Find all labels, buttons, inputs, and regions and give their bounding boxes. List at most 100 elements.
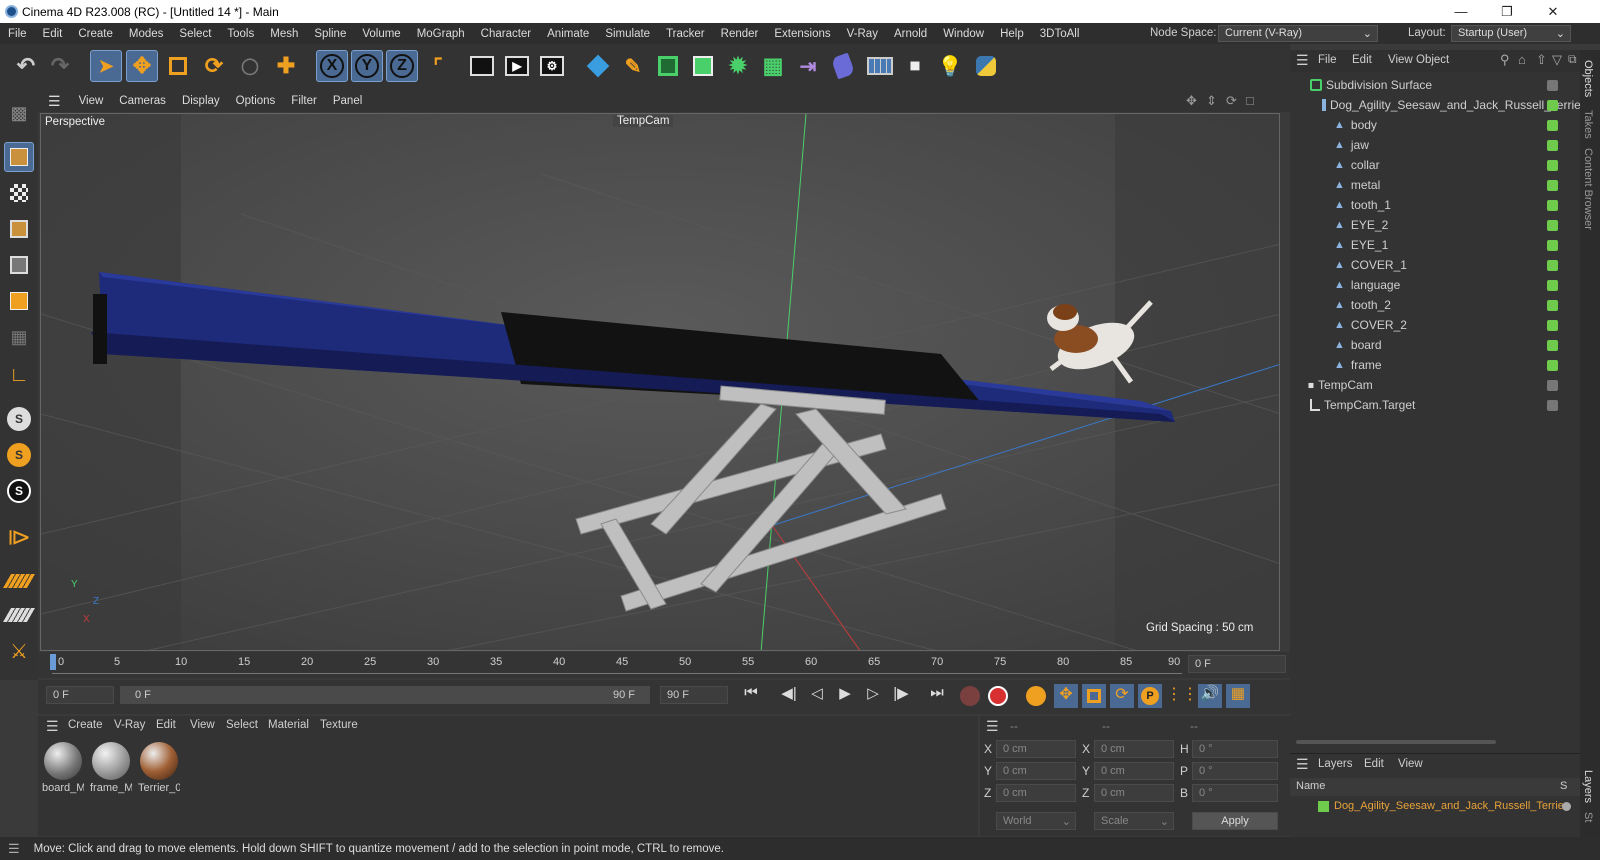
- material-swatch[interactable]: frame_M: [90, 740, 132, 802]
- object-row[interactable]: ▲ COVER_1: [1290, 255, 1560, 275]
- go-to-start-icon[interactable]: ⏮: [738, 684, 764, 708]
- object-menu-view[interactable]: View: [1388, 54, 1413, 66]
- menu-vray[interactable]: V-Ray: [839, 28, 886, 40]
- cube-icon[interactable]: [582, 50, 614, 82]
- grid-lock-icon[interactable]: [2, 600, 36, 630]
- viewport-maximize-icon[interactable]: □: [1238, 93, 1262, 108]
- size-x-field[interactable]: 0 cm: [1094, 740, 1174, 758]
- axis-mode-icon[interactable]: ∟: [4, 360, 34, 390]
- y-axis-lock-icon[interactable]: Y: [351, 50, 383, 82]
- object-check-icon[interactable]: [1547, 79, 1558, 91]
- menu-window[interactable]: Window: [935, 28, 992, 40]
- position-x-field[interactable]: 0 cm: [996, 740, 1076, 758]
- object-row[interactable]: ▲ tooth_2: [1290, 295, 1560, 315]
- object-scrollbar[interactable]: [1296, 740, 1496, 744]
- rotation-b-field[interactable]: 0 °: [1192, 784, 1278, 802]
- menu-help[interactable]: Help: [992, 28, 1032, 40]
- menu-animate[interactable]: Animate: [539, 28, 597, 40]
- polygon-mode-icon[interactable]: [4, 286, 34, 316]
- object-menu-object[interactable]: Object: [1416, 54, 1449, 66]
- key-rotation-icon[interactable]: ⟳: [1110, 684, 1134, 708]
- field-icon[interactable]: [827, 50, 859, 82]
- play-icon[interactable]: ▶: [832, 684, 858, 708]
- menu-edit[interactable]: Edit: [35, 28, 71, 40]
- x-axis-lock-icon[interactable]: X: [316, 50, 348, 82]
- world-dropdown[interactable]: World ⌄: [996, 812, 1076, 830]
- previous-key-icon[interactable]: ◀|: [776, 684, 802, 708]
- material-menu-create[interactable]: Create: [68, 719, 103, 731]
- scale-tool-icon[interactable]: [162, 50, 194, 82]
- film-icon[interactable]: ▦: [1226, 684, 1250, 708]
- camera-icon[interactable]: ⏹: [899, 50, 931, 82]
- snap-s-white-icon[interactable]: S: [4, 476, 34, 506]
- key-parameter-icon[interactable]: P: [1138, 684, 1162, 708]
- key-scale-icon[interactable]: [1082, 684, 1106, 708]
- redo-icon[interactable]: ↷: [44, 50, 76, 82]
- up-icon[interactable]: ⇧: [1536, 52, 1547, 68]
- object-check-icon[interactable]: [1547, 259, 1558, 271]
- workplane-icon[interactable]: [2, 566, 36, 596]
- object-row[interactable]: ▲ frame: [1290, 355, 1560, 375]
- new-window-icon[interactable]: ⧉: [1568, 52, 1577, 67]
- recent-tools-icon[interactable]: ◯: [234, 50, 266, 82]
- model-mode-icon[interactable]: [4, 142, 34, 172]
- layers-menu-edit[interactable]: Edit: [1364, 758, 1384, 770]
- object-check-icon[interactable]: [1547, 179, 1558, 191]
- menu-character[interactable]: Character: [473, 28, 540, 40]
- menu-volume[interactable]: Volume: [354, 28, 408, 40]
- object-check-icon[interactable]: [1547, 139, 1558, 151]
- object-check-icon[interactable]: [1547, 239, 1558, 251]
- object-row[interactable]: ▲ board: [1290, 335, 1560, 355]
- side-tab-content-browser[interactable]: Content Browser: [1582, 148, 1594, 230]
- object-row[interactable]: ▲ body: [1290, 115, 1560, 135]
- object-row[interactable]: ▲ COVER_2: [1290, 315, 1560, 335]
- snap-s-orange-icon[interactable]: S: [4, 440, 34, 470]
- object-row[interactable]: ▲ jaw: [1290, 135, 1560, 155]
- scale-dropdown[interactable]: Scale ⌄: [1094, 812, 1174, 830]
- next-key-icon[interactable]: |▶: [888, 684, 914, 708]
- start-frame-field[interactable]: 0 F: [46, 686, 114, 704]
- object-row[interactable]: ▲ language: [1290, 275, 1560, 295]
- position-z-field[interactable]: 0 cm: [996, 784, 1076, 802]
- object-check-icon[interactable]: [1547, 99, 1558, 111]
- material-menu-material[interactable]: Material: [268, 719, 309, 731]
- z-axis-lock-icon[interactable]: Z: [386, 50, 418, 82]
- side-tab-takes[interactable]: Takes: [1582, 110, 1594, 139]
- python-icon[interactable]: [970, 50, 1002, 82]
- menu-mograph[interactable]: MoGraph: [409, 28, 473, 40]
- material-swatch[interactable]: Terrier_0: [138, 740, 180, 802]
- make-editable-icon[interactable]: ▩: [4, 98, 34, 128]
- 3d-viewport[interactable]: Perspective TempCam Grid Spacing : 50 cm…: [40, 113, 1280, 651]
- size-y-field[interactable]: 0 cm: [1094, 762, 1174, 780]
- key-position-icon[interactable]: ✥: [1054, 684, 1078, 708]
- menu-3dtoall[interactable]: 3DToAll: [1032, 28, 1088, 40]
- current-frame-field[interactable]: 0 F: [1188, 655, 1286, 673]
- viewport-hamburger-icon[interactable]: ☰: [38, 93, 71, 110]
- menu-file[interactable]: File: [0, 28, 35, 40]
- material-menu-select[interactable]: Select: [226, 719, 258, 731]
- viewport-camera-name[interactable]: TempCam: [613, 115, 674, 127]
- object-menu-icon[interactable]: ☰: [1296, 52, 1309, 69]
- timeline-ruler[interactable]: 0 5 10 15 20 25 30 35 40 45 50 55 60 65 …: [38, 652, 1290, 678]
- menu-spline[interactable]: Spline: [306, 28, 354, 40]
- go-to-end-icon[interactable]: ⏭: [924, 684, 950, 708]
- rotate-tool-icon[interactable]: ⟳: [198, 50, 230, 82]
- extrude-icon[interactable]: [687, 50, 719, 82]
- key-pla-icon[interactable]: ⋮⋮: [1166, 684, 1198, 708]
- object-check-icon[interactable]: [1547, 339, 1558, 351]
- object-check-icon[interactable]: [1547, 359, 1558, 371]
- viewport-menu-panel[interactable]: Panel: [325, 95, 370, 107]
- material-menu-view[interactable]: View: [190, 719, 215, 731]
- object-row[interactable]: ⏹ TempCam: [1290, 375, 1560, 395]
- sound-icon[interactable]: 🔊: [1198, 684, 1222, 708]
- object-check-icon[interactable]: [1547, 199, 1558, 211]
- object-menu-edit[interactable]: Edit: [1352, 54, 1372, 66]
- end-frame-field[interactable]: 90 F: [660, 686, 728, 704]
- filter-icon[interactable]: ▽: [1552, 52, 1562, 68]
- coords-menu-icon[interactable]: ☰: [986, 718, 999, 735]
- coordinate-system-icon[interactable]: ⌜: [422, 50, 454, 82]
- object-row[interactable]: ▲ collar: [1290, 155, 1560, 175]
- node-space-dropdown[interactable]: Current (V-Ray) ⌄: [1218, 25, 1378, 42]
- object-check-icon[interactable]: [1547, 319, 1558, 331]
- select-tool-icon[interactable]: ➤: [90, 50, 122, 82]
